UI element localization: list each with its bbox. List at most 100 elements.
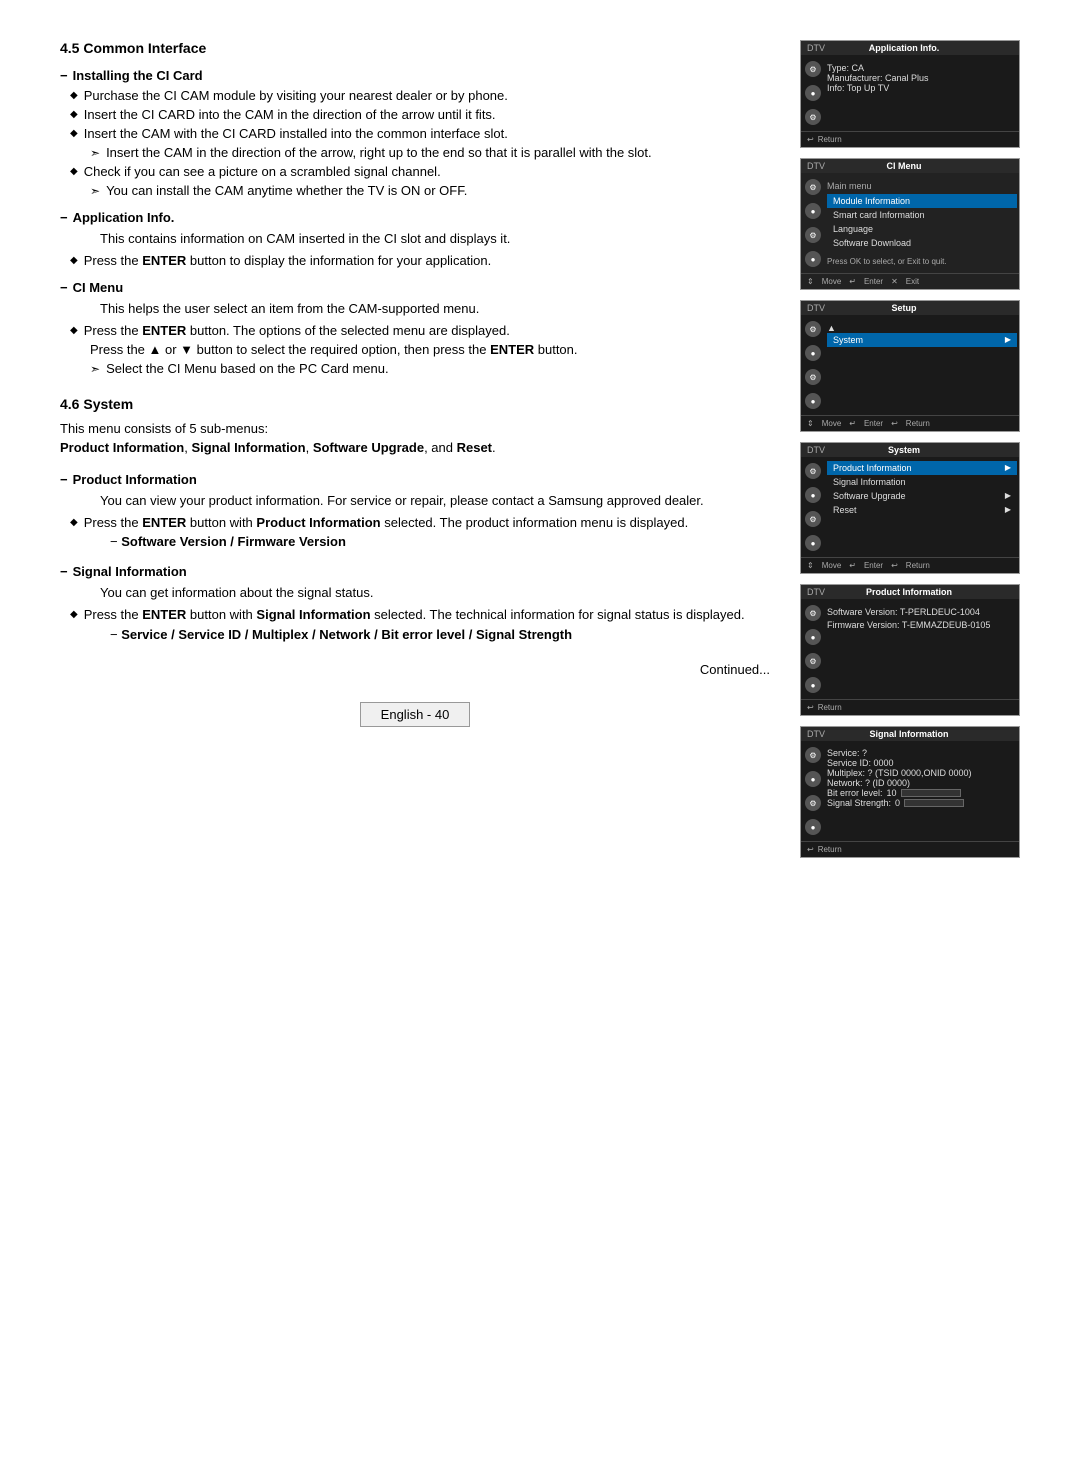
diamond-icon: ◆ <box>70 109 78 120</box>
type-line: Type: CA <box>827 63 1017 73</box>
bullet-item: ◆ Press the ENTER button with Signal Inf… <box>60 607 770 622</box>
tv-icon-3: ⚙ <box>805 795 821 811</box>
content-col: Product Information ▶ Signal Information… <box>825 457 1019 557</box>
return-icon: ↩ <box>807 135 814 144</box>
panel-header: DTV System <box>801 443 1019 457</box>
move-label: Move <box>822 277 842 286</box>
signal-strength-value: 0 <box>895 798 900 808</box>
panel-header: DTV Signal Information <box>801 727 1019 741</box>
content-col: Service: ? Service ID: 0000 Multiplex: ?… <box>825 741 1019 841</box>
app-info-bullets: ◆ Press the ENTER button to display the … <box>60 253 770 268</box>
arrow-item: ➣ Insert the CAM in the direction of the… <box>60 145 770 160</box>
signal-info-description: You can get information about the signal… <box>60 584 770 602</box>
icon-col: ⚙ ● ⚙ ● <box>801 741 825 841</box>
panel-header: DTV Application Info. <box>801 41 1019 55</box>
panel-header: DTV Product Information <box>801 585 1019 599</box>
icon-col: ⚙ ● ⚙ ● <box>801 599 825 699</box>
return-icon: ↩ <box>891 419 898 428</box>
enter-icon: ↵ <box>849 561 856 570</box>
icon-col: ⚙ ● ⚙ ● <box>801 457 825 557</box>
icon-col: ⚙ ● ⚙ ● <box>801 173 825 273</box>
bullet-item: ◆ Insert the CI CARD into the CAM in the… <box>60 107 770 122</box>
panel-title: Product Information <box>866 587 952 597</box>
system-menu-item-3: Reset ▶ <box>827 503 1017 517</box>
info-line: Info: Top Up TV <box>827 83 1017 93</box>
tv-icon-4: ● <box>805 677 821 693</box>
footer-wrapper: English - 40 <box>60 692 770 727</box>
enter-icon: ↵ <box>849 419 856 428</box>
return-label: Return <box>818 135 842 144</box>
diamond-icon: ◆ <box>70 255 78 266</box>
bit-error-label: Bit error level: <box>827 788 883 798</box>
product-info-bullets: ◆ Press the ENTER button with Product In… <box>60 515 770 530</box>
ci-menu-item-2: Language <box>827 222 1017 236</box>
product-info-panel: DTV Product Information ⚙ ● ⚙ ● Software… <box>800 584 1020 716</box>
fw-version: Firmware Version: T-EMMAZDEUB-0105 <box>827 620 1017 630</box>
installing-ci-bullets-2: ◆ Check if you can see a picture on a sc… <box>60 164 770 179</box>
product-info-description: You can view your product information. F… <box>60 492 770 510</box>
enter-icon: ↵ <box>849 277 856 286</box>
tv-icon-2: ● <box>805 203 821 219</box>
section-45-heading: 4.5 Common Interface <box>60 40 770 56</box>
diamond-icon: ◆ <box>70 166 78 177</box>
content-col: Software Version: T-PERLDEUC-1004 Firmwa… <box>825 599 1019 699</box>
panel-title: System <box>888 445 920 455</box>
tv-icon-1: ⚙ <box>805 179 821 195</box>
bullet-item: Press the ▲ or ▼ button to select the re… <box>60 342 770 357</box>
ci-menu-bullets: ◆ Press the ENTER button. The options of… <box>60 323 770 357</box>
dtv-label: DTV <box>807 729 825 739</box>
signal-info-label: Signal Information <box>73 564 187 579</box>
product-info-label: Product Information <box>73 472 197 487</box>
tv-icon-3: ⚙ <box>805 227 821 243</box>
bullet-item: ◆ Purchase the CI CAM module by visiting… <box>60 88 770 103</box>
arrow-icon: ➣ <box>90 184 100 198</box>
panel-body-area: ⚙ ● ⚙ ● Product Information ▶ Signal Inf… <box>801 457 1019 557</box>
panel-footer: ↩ Return <box>801 699 1019 715</box>
system-description: This menu consists of 5 sub-menus: Produ… <box>60 420 770 456</box>
content-col: ▲ System ▶ <box>825 315 1019 415</box>
move-icon: ⇕ <box>807 419 814 428</box>
dtv-label: DTV <box>807 303 825 313</box>
tv-icon-4: ● <box>805 819 821 835</box>
ci-menu-panel: DTV CI Menu ⚙ ● ⚙ ● Main menu Module Inf… <box>800 158 1020 290</box>
multiplex-line: Multiplex: ? (TSID 0000,ONID 0000) <box>827 768 1017 778</box>
signal-strength-bar <box>904 799 964 807</box>
exit-icon: ✕ <box>891 277 898 286</box>
content-col: Main menu Module Information Smart card … <box>825 173 1019 273</box>
manufacturer-line: Manufacturer: Canal Plus <box>827 73 1017 83</box>
system-item-highlighted: System ▶ <box>827 333 1017 347</box>
tv-icon-1: ⚙ <box>805 463 821 479</box>
tv-icon-2: ● <box>805 487 821 503</box>
tv-icon-2: ● <box>805 771 821 787</box>
panel-header: DTV CI Menu <box>801 159 1019 173</box>
product-info-sub-dash: − Software Version / Firmware Version <box>60 534 770 549</box>
diamond-icon: ◆ <box>70 90 78 101</box>
dtv-label: DTV <box>807 445 825 455</box>
panel-body-area: ⚙ ● ⚙ ● Main menu Module Information Sma… <box>801 173 1019 273</box>
enter-label: Enter <box>864 419 883 428</box>
return-icon: ↩ <box>807 845 814 854</box>
tv-icon-1: ⚙ <box>805 321 821 337</box>
app-info-description: This contains information on CAM inserte… <box>60 230 770 248</box>
right-column: DTV Application Info. ⚙ ● ⚙ Type: CA Man… <box>800 40 1020 858</box>
diamond-icon: ◆ <box>70 517 78 528</box>
dtv-label: DTV <box>807 587 825 597</box>
icon-col: ⚙ ● ⚙ ● <box>801 315 825 415</box>
bullet-item: ◆ Press the ENTER button to display the … <box>60 253 770 268</box>
panel-body-area: ⚙ ● ⚙ ● ▲ System ▶ <box>801 315 1019 415</box>
bullet-item: ◆ Insert the CAM with the CI CARD instal… <box>60 126 770 141</box>
service-line: Service: ? <box>827 748 1017 758</box>
ci-menu-label: CI Menu <box>73 280 124 295</box>
network-line: Network: ? (ID 0000) <box>827 778 1017 788</box>
exit-label: Exit <box>906 277 919 286</box>
panel-title: Application Info. <box>869 43 940 53</box>
diamond-icon: ◆ <box>70 128 78 139</box>
ci-menu-instruction: Press OK to select, or Exit to quit. <box>827 255 1017 268</box>
application-info-panel: DTV Application Info. ⚙ ● ⚙ Type: CA Man… <box>800 40 1020 148</box>
arrow-icon: ➣ <box>90 362 100 376</box>
tv-icon-3: ⚙ <box>805 369 821 385</box>
section-45-title: 4.5 Common Interface <box>60 40 206 56</box>
app-info-heading: − Application Info. <box>60 210 770 225</box>
app-info-label: Application Info. <box>73 210 175 225</box>
tv-icon-3: ⚙ <box>805 109 821 125</box>
